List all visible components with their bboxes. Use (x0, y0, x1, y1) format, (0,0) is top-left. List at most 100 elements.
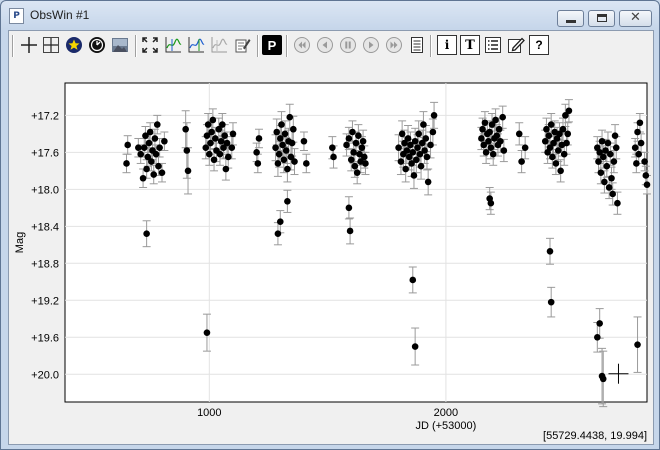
data-point (563, 139, 570, 147)
data-point (423, 153, 431, 161)
data-point (349, 128, 356, 136)
data-point (429, 128, 437, 136)
data-point (417, 162, 425, 170)
star-badge-button[interactable] (64, 35, 84, 55)
pause-icon (340, 37, 356, 53)
toolbar-separator (257, 35, 259, 57)
data-point (346, 227, 354, 235)
plot-area[interactable]: +17.2 +17.6 +18.0 +18.4 +18.8 +19.2 +19.6 +20.0… (9, 61, 653, 444)
last-button[interactable] (384, 35, 404, 55)
data-point (599, 375, 607, 383)
data-point (611, 132, 619, 140)
first-button[interactable] (292, 35, 312, 55)
data-point (543, 125, 550, 133)
data-point (217, 137, 225, 145)
graph-fit-icon (165, 37, 182, 53)
data-point (355, 132, 362, 140)
light-curve-chart[interactable]: +17.2 +17.6 +18.0 +18.4 +18.8 +19.2 +19.6 +20.0… (9, 61, 653, 444)
data-point (409, 276, 417, 284)
data-point (557, 167, 564, 175)
data-point (485, 137, 492, 145)
graph-disabled-button[interactable] (209, 35, 229, 55)
y-tick-label: +19.2 (31, 295, 59, 307)
title-bar[interactable]: P ObsWin #1 ✕ (1, 1, 659, 29)
data-point (397, 158, 405, 165)
fullscreen-button[interactable] (140, 35, 160, 55)
data-point (347, 156, 355, 164)
data-point (152, 150, 160, 158)
crosshair-box-button[interactable] (41, 35, 61, 55)
data-point (633, 160, 640, 167)
image-icon (112, 38, 128, 52)
crosshair-button[interactable] (19, 35, 39, 55)
maximize-button[interactable] (588, 10, 615, 27)
data-point (481, 119, 489, 127)
data-point (634, 128, 641, 136)
data-point (603, 162, 611, 170)
pencil-button[interactable] (506, 35, 526, 55)
text-button[interactable]: T (460, 35, 480, 55)
data-point (275, 150, 283, 158)
data-point (489, 150, 497, 158)
toolbar: P i T ? (9, 31, 653, 61)
data-point (254, 160, 262, 167)
data-point (554, 147, 562, 154)
help-button[interactable]: ? (529, 35, 549, 55)
data-point (362, 160, 369, 167)
pause-button[interactable] (338, 35, 358, 55)
data-point (547, 298, 555, 306)
edit-note-icon (235, 39, 251, 53)
prev-button[interactable] (315, 35, 335, 55)
data-point (420, 121, 427, 128)
data-point (216, 150, 224, 158)
details-list-button[interactable] (483, 35, 503, 55)
data-point (224, 153, 232, 161)
data-point (545, 132, 553, 140)
data-point (183, 147, 191, 154)
data-point (353, 169, 361, 176)
data-point (414, 144, 421, 152)
crosshair-icon (21, 37, 37, 53)
data-point (610, 158, 618, 165)
data-point (521, 144, 529, 152)
data-point (547, 121, 555, 128)
data-point (288, 139, 296, 147)
toolbar-separator (12, 35, 14, 57)
info-button[interactable]: i (437, 35, 457, 55)
data-point (135, 144, 142, 152)
data-point (635, 150, 643, 158)
data-point (161, 137, 168, 145)
data-point (636, 119, 644, 127)
data-point (415, 130, 422, 138)
graph-fit-alt-button[interactable] (186, 35, 206, 55)
data-point (153, 121, 161, 128)
data-point (284, 165, 291, 173)
next-button[interactable] (361, 35, 381, 55)
clock-button[interactable] (87, 35, 107, 55)
app-icon[interactable]: P (9, 8, 24, 24)
image-button[interactable] (110, 35, 130, 55)
data-point (643, 181, 651, 189)
period-button[interactable]: P (262, 35, 282, 55)
data-point (359, 137, 367, 145)
data-point (596, 320, 603, 327)
minimize-icon (566, 20, 576, 23)
data-point (272, 144, 279, 152)
data-point (395, 144, 402, 152)
data-point (286, 113, 294, 121)
data-point (518, 158, 525, 165)
data-point (487, 199, 495, 207)
list-button[interactable] (407, 35, 427, 55)
graph-fit-button[interactable] (163, 35, 183, 55)
data-point (559, 125, 567, 133)
minimize-button[interactable] (557, 10, 584, 27)
data-point (492, 116, 499, 124)
data-point (398, 130, 406, 138)
data-point (409, 149, 417, 156)
data-point (560, 150, 568, 158)
data-point (223, 139, 231, 147)
edit-note-button[interactable] (232, 35, 252, 55)
close-button[interactable]: ✕ (619, 10, 652, 27)
data-point (345, 135, 353, 142)
data-point (330, 153, 337, 161)
